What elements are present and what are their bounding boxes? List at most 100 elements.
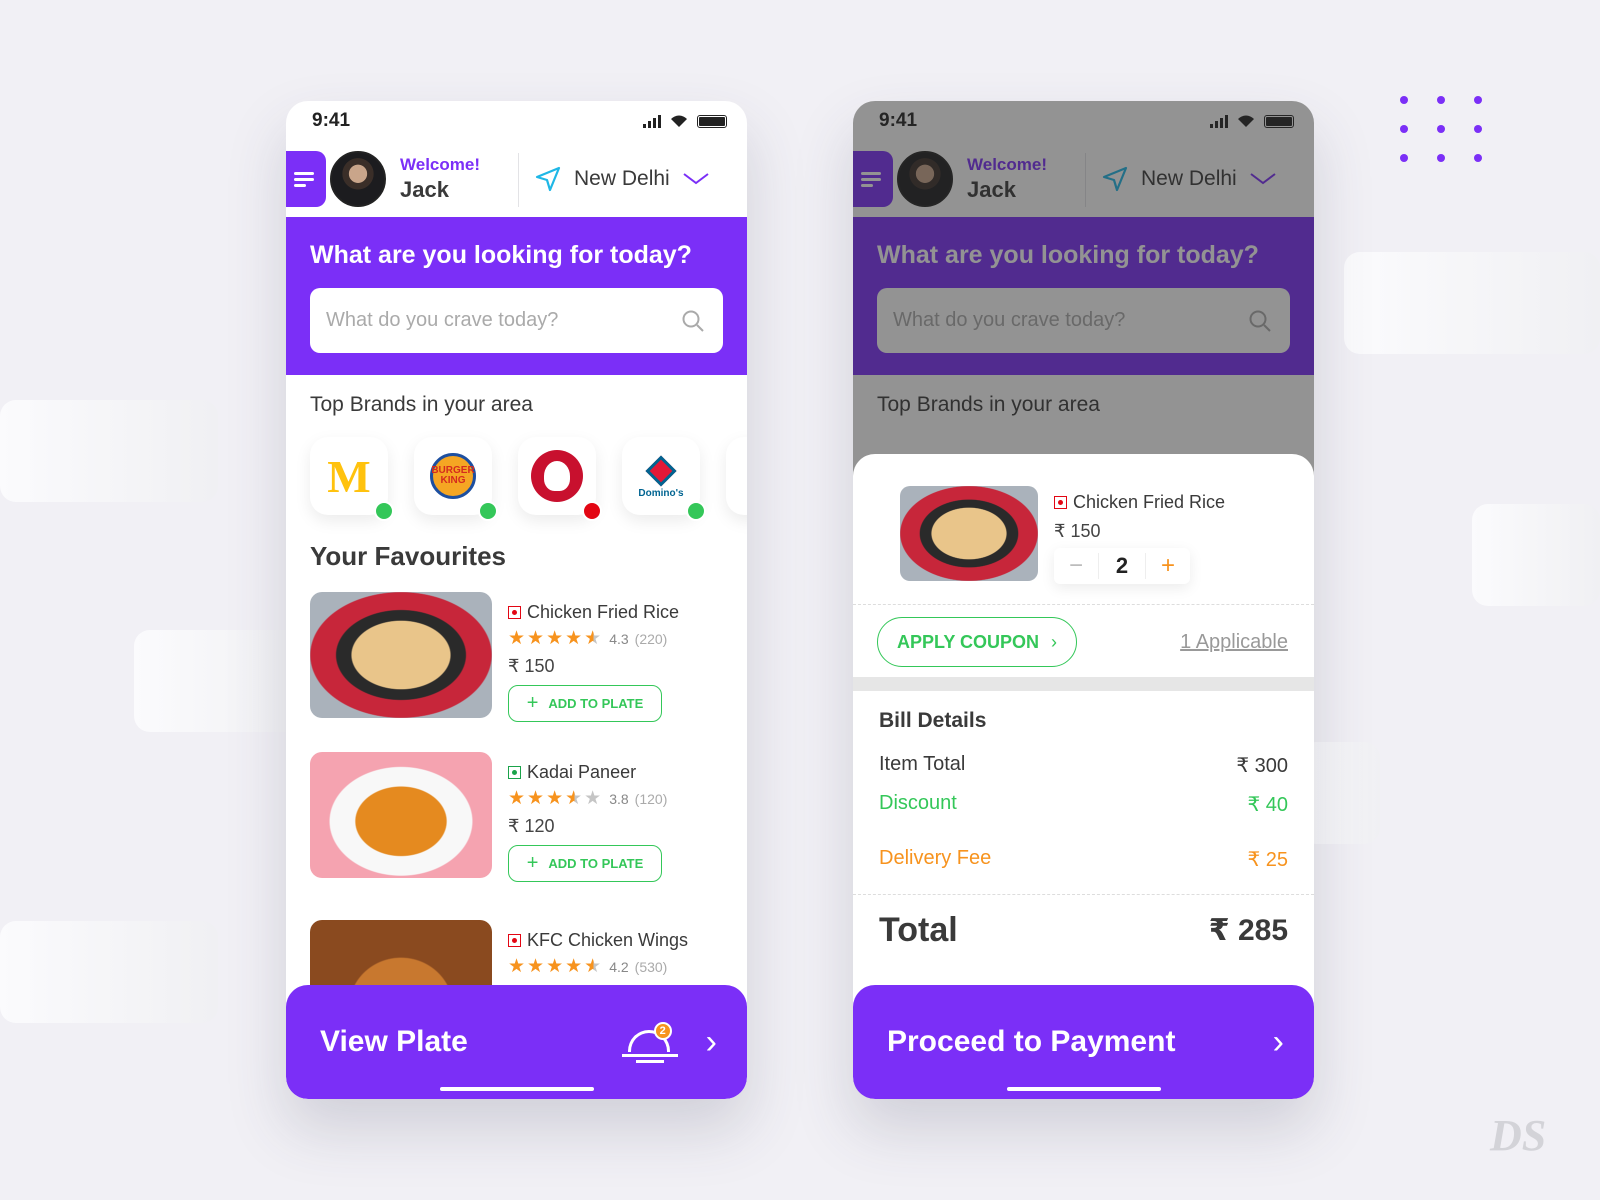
menu-button[interactable] [286, 151, 326, 207]
brand-card-burger-king[interactable]: BURGER KING [414, 437, 498, 521]
proceed-to-payment-button[interactable]: Proceed to Payment › [853, 985, 1314, 1099]
user-name: Jack [400, 177, 449, 202]
app-header: Welcome! Jack New Delhi [286, 141, 747, 217]
review-count: (120) [634, 790, 668, 807]
watermark-logo: DS [1490, 1111, 1547, 1160]
chevron-right-icon: › [1272, 1022, 1284, 1061]
add-to-plate-button[interactable]: + ADD TO PLATE [508, 685, 662, 722]
avatar[interactable] [330, 151, 386, 207]
food-name: KFC Chicken Wings [527, 930, 689, 950]
favourites-title: Your Favourites [310, 541, 507, 571]
list-item[interactable]: Chicken Fried Rice ★★★★★ 4.3 (220) ₹ 150 +… [310, 592, 723, 722]
rating-value: 3.8 [609, 790, 629, 807]
veg-icon [508, 766, 521, 779]
plate-cloche-icon: 2 [621, 1022, 678, 1063]
delivery-fee-label: Delivery Fee [879, 847, 992, 869]
quantity-value: 2 [1098, 553, 1146, 579]
battery-icon [697, 114, 727, 128]
discount-label: Discount [879, 792, 957, 814]
welcome-label: Welcome! [400, 155, 480, 174]
food-name: Kadai Paneer [527, 762, 637, 782]
brand-card-kfc[interactable] [518, 437, 602, 521]
list-item[interactable]: Kadai Paneer ★★★★★ 3.8 (120) ₹ 120 + ADD TO… [310, 752, 723, 882]
favourites-list: Chicken Fried Rice ★★★★★ 4.3 (220) ₹ 150 +… [286, 592, 747, 1048]
cart-item-image [900, 486, 1038, 581]
view-plate-label: View Plate [320, 1025, 468, 1058]
home-screen: 9:41 Welcome! Jack New Delhi What are yo… [286, 101, 747, 1099]
home-indicator [1006, 1087, 1161, 1091]
nonveg-icon [508, 606, 521, 619]
home-indicator [439, 1087, 594, 1091]
bg-decor-card [0, 921, 218, 1023]
plus-icon: + [526, 692, 539, 714]
plus-icon: + [526, 852, 539, 874]
search-input[interactable] [326, 309, 681, 332]
status-dot [478, 501, 498, 521]
brand-card-mcdonalds[interactable]: M [310, 437, 394, 521]
hero-title: What are you looking for today? [310, 241, 692, 269]
top-brands-title: Top Brands in your area [310, 393, 533, 416]
brands-carousel[interactable]: M BURGER KING Domino's [286, 417, 747, 521]
item-total-label: Item Total [879, 753, 966, 775]
bg-decor-card [1344, 252, 1600, 354]
status-bar: 9:41 [286, 101, 747, 141]
bill-details: Bill Details Item Total ₹ 300 Discount ₹ 4… [853, 691, 1314, 872]
location-selector[interactable]: New Delhi [534, 141, 710, 217]
brand-card-dominos[interactable]: Domino's [622, 437, 706, 521]
review-count: (220) [634, 630, 668, 647]
total-label: Total [879, 911, 958, 949]
location-city: New Delhi [574, 167, 670, 190]
section-separator [853, 677, 1314, 691]
signal-icon [643, 114, 661, 128]
cart-item: Chicken Fried Rice ₹ 150 − 2 + [853, 454, 1314, 604]
status-dot [582, 501, 602, 521]
search-box[interactable] [310, 288, 723, 353]
status-dot [686, 501, 706, 521]
cart-item-name: Chicken Fried Rice [1073, 492, 1226, 512]
total-value: ₹ 285 [1208, 914, 1288, 947]
nonveg-icon [508, 934, 521, 947]
brand-card-partial[interactable] [726, 437, 747, 515]
star-rating: ★★★★★ [508, 956, 604, 977]
view-plate-button[interactable]: View Plate 2 › [286, 985, 747, 1099]
bg-decor-card [0, 400, 218, 502]
wifi-icon [671, 115, 687, 127]
item-total-value: ₹ 300 [1236, 755, 1288, 777]
bill-title: Bill Details [879, 709, 987, 732]
search-icon[interactable] [681, 309, 705, 333]
status-time: 9:41 [312, 110, 351, 131]
star-rating: ★★★★★ [508, 788, 604, 809]
rating-value: 4.3 [609, 630, 629, 647]
proceed-label: Proceed to Payment [887, 1025, 1176, 1058]
chevron-right-icon: › [1051, 631, 1058, 652]
star-rating: ★★★★★ [508, 628, 604, 649]
chevron-right-icon: › [705, 1022, 717, 1061]
cart-item-price: ₹ 150 [1054, 521, 1101, 541]
chevron-down-icon [683, 173, 709, 185]
food-image[interactable] [310, 752, 492, 878]
quantity-stepper: − 2 + [1054, 548, 1190, 584]
decor-dot-grid [1400, 96, 1490, 166]
location-arrow-icon [535, 166, 561, 192]
bg-decor-card [1472, 504, 1600, 606]
review-count: (530) [634, 958, 668, 975]
apply-coupon-button[interactable]: APPLY COUPON › [877, 617, 1077, 667]
decrease-quantity-button[interactable]: − [1054, 552, 1098, 580]
delivery-fee-value: ₹ 25 [1247, 849, 1288, 871]
plate-count-badge: 2 [653, 1022, 672, 1040]
discount-value: ₹ 40 [1247, 794, 1288, 816]
nonveg-icon [1054, 496, 1067, 509]
food-image[interactable] [310, 592, 492, 718]
food-price: ₹ 120 [508, 816, 555, 836]
add-to-plate-button[interactable]: + ADD TO PLATE [508, 845, 662, 882]
kfc-logo [531, 450, 583, 502]
applicable-coupons-link[interactable]: 1 Applicable [1180, 631, 1288, 654]
dominos-logo: Domino's [638, 454, 684, 499]
status-dot [374, 501, 394, 521]
increase-quantity-button[interactable]: + [1146, 552, 1190, 580]
mcdonalds-logo: M [327, 450, 371, 502]
hero-banner: What are you looking for today? [286, 217, 747, 375]
cart-screen: 9:41 Welcome! Jack New Delhi What are yo… [853, 101, 1314, 1099]
food-price: ₹ 150 [508, 656, 555, 676]
rating-value: 4.2 [609, 958, 629, 975]
